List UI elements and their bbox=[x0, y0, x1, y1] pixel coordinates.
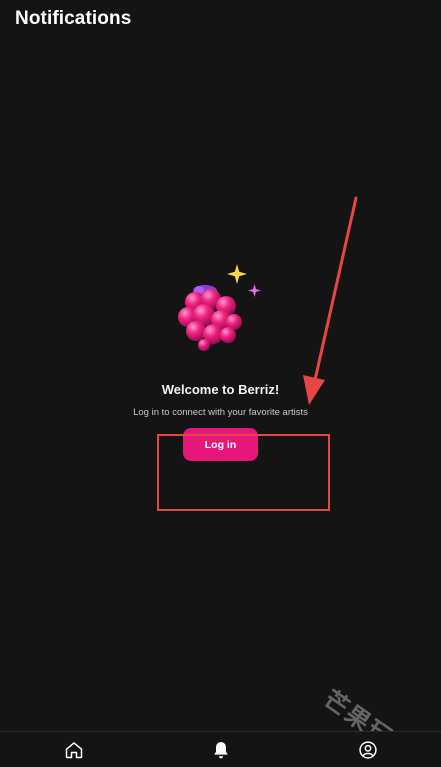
tab-home[interactable] bbox=[54, 732, 94, 767]
welcome-subtitle: Log in to connect with your favorite art… bbox=[133, 407, 308, 418]
sparkle-small-icon bbox=[247, 284, 261, 297]
empty-state: Welcome to Berriz! Log in to connect wit… bbox=[0, 260, 441, 461]
notifications-screen: Notifications Welcome to Berriz! Log in … bbox=[0, 0, 441, 767]
raspberry-icon bbox=[177, 285, 242, 351]
welcome-title: Welcome to Berriz! bbox=[161, 382, 280, 397]
page-title: Notifications bbox=[15, 8, 132, 29]
sparkle-icon bbox=[226, 264, 247, 284]
tab-notifications[interactable] bbox=[201, 732, 241, 767]
home-icon bbox=[65, 741, 82, 758]
tab-profile[interactable] bbox=[348, 732, 388, 767]
bottom-tab-bar bbox=[0, 731, 441, 767]
annotation-highlight-box bbox=[157, 434, 330, 511]
berry-illustration bbox=[175, 260, 267, 364]
annotation-arrow-icon bbox=[303, 196, 358, 405]
bell-icon bbox=[213, 741, 228, 758]
profile-icon bbox=[358, 740, 377, 759]
